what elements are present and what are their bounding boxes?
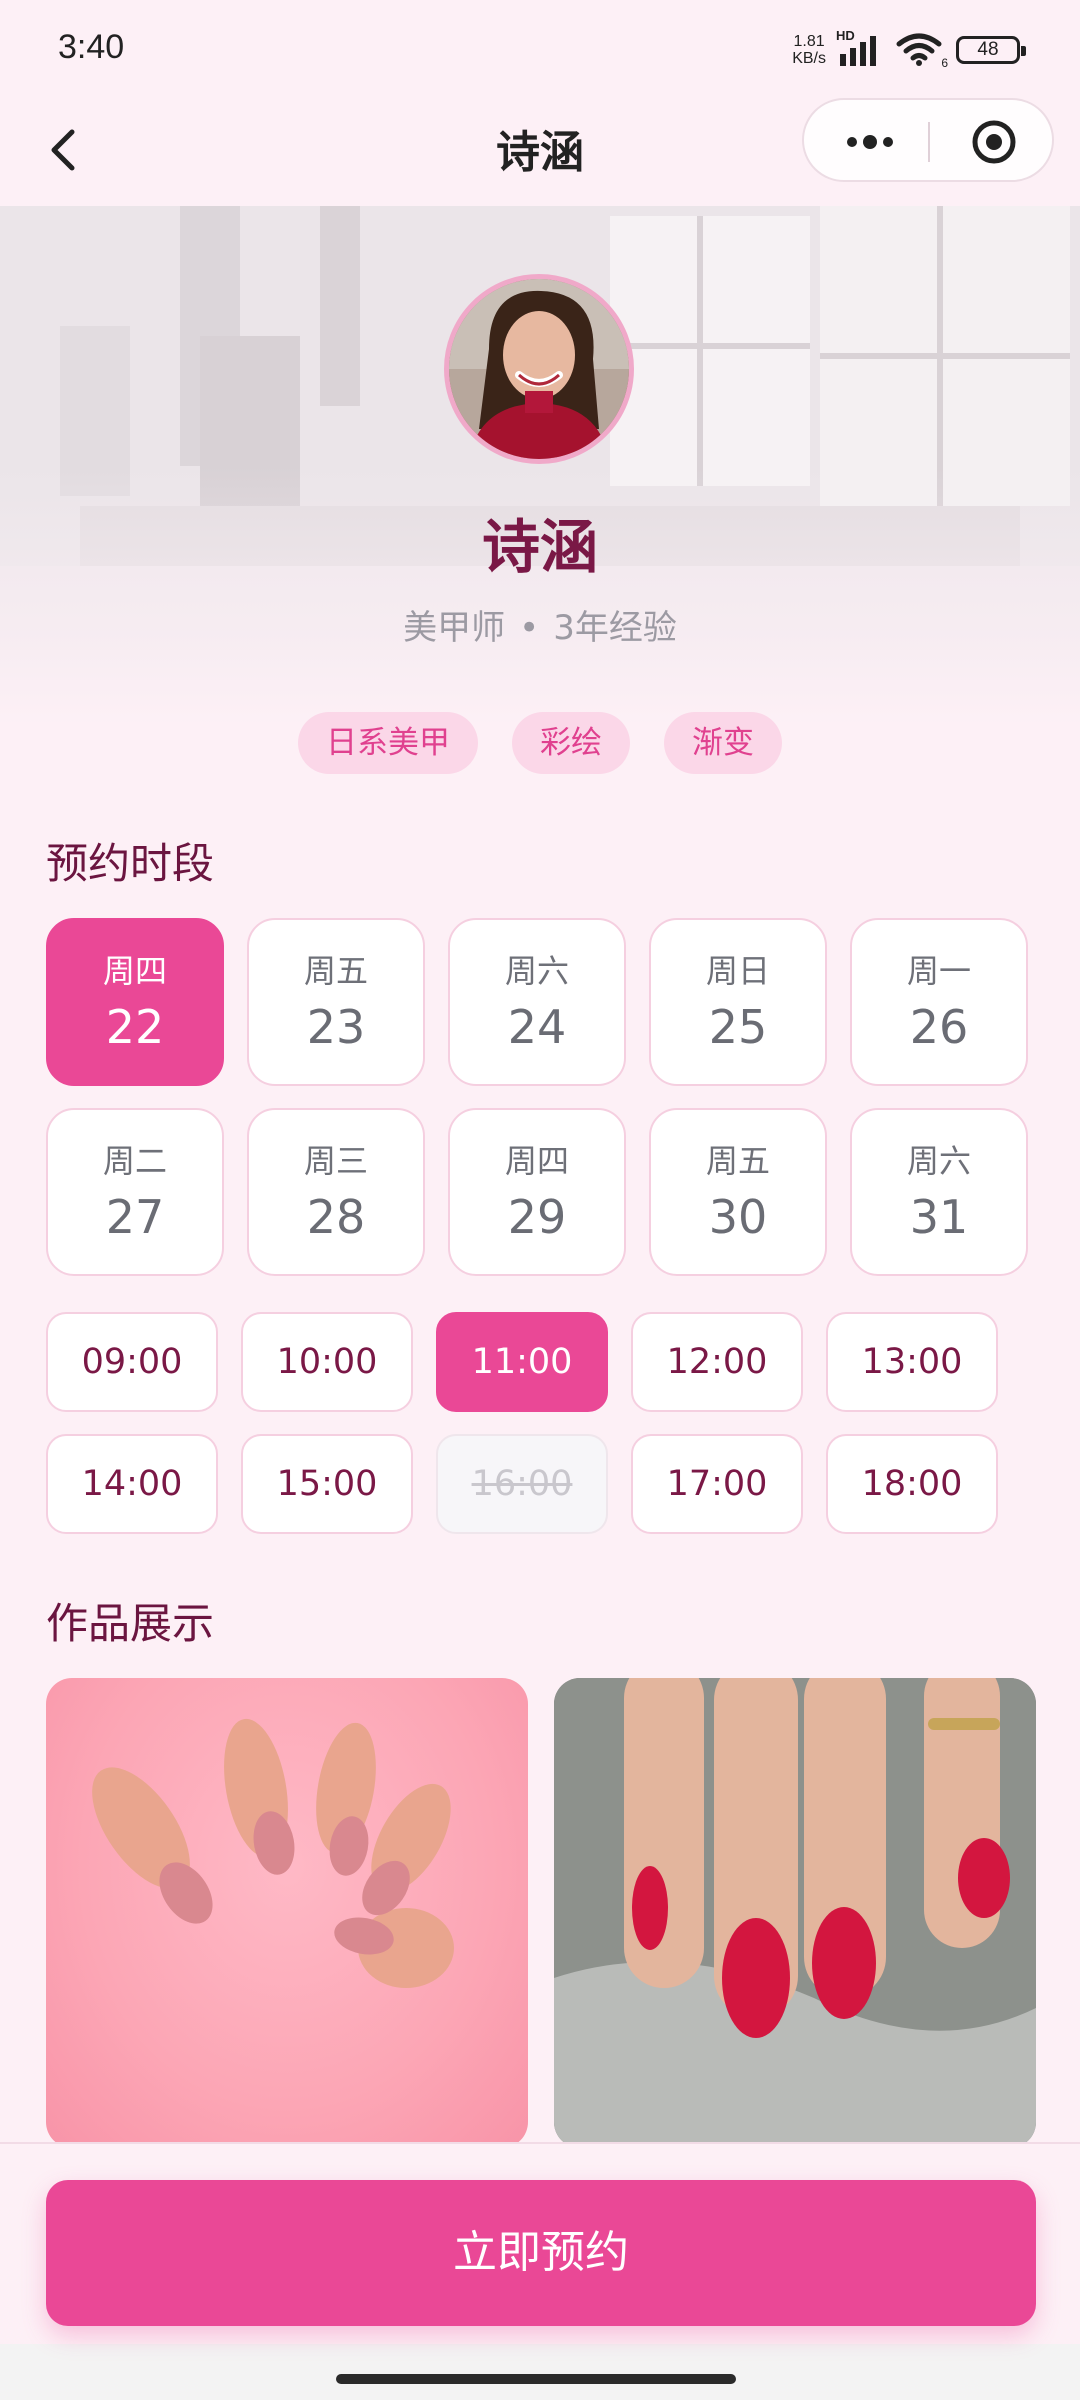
date-day: 25: [708, 1000, 768, 1054]
date-day: 22: [105, 1000, 165, 1054]
date-day: 24: [507, 1000, 567, 1054]
battery-icon: 48: [956, 36, 1026, 64]
date-weekday: 周五: [303, 952, 368, 990]
avatar: [444, 274, 634, 464]
date-weekday: 周六: [504, 952, 569, 990]
gesture-area: [0, 2344, 1080, 2400]
time-slot[interactable]: 18:00: [826, 1434, 998, 1534]
signal-icon: HD: [836, 28, 886, 68]
date-option[interactable]: 周五 30: [649, 1108, 827, 1276]
skill-tag: 日系美甲: [298, 712, 478, 774]
date-day: 30: [708, 1190, 768, 1244]
date-day: 27: [105, 1190, 165, 1244]
date-option[interactable]: 周四 29: [448, 1108, 626, 1276]
work-image[interactable]: [46, 1678, 528, 2148]
net-speed-value: 1.81: [793, 33, 825, 50]
meta-separator: •: [519, 608, 540, 648]
wifi-icon: 6: [896, 32, 948, 70]
time-slot-unavailable: 16:00: [436, 1434, 608, 1534]
status-time: 3:40: [58, 28, 125, 66]
date-option[interactable]: 周六 24: [448, 918, 626, 1086]
time-slot[interactable]: 14:00: [46, 1434, 218, 1534]
more-button[interactable]: [840, 122, 900, 162]
date-weekday: 周五: [705, 1142, 770, 1180]
date-day: 23: [306, 1000, 366, 1054]
date-option[interactable]: 周三 28: [247, 1108, 425, 1276]
time-slot-selected[interactable]: 11:00: [436, 1312, 608, 1412]
date-option[interactable]: 周一 26: [850, 918, 1028, 1086]
date-option[interactable]: 周日 25: [649, 918, 827, 1086]
stylist-role: 美甲师: [403, 608, 506, 648]
bottom-action-bar: 立即预约: [0, 2142, 1080, 2400]
date-weekday: 周六: [906, 1142, 971, 1180]
stylist-name: 诗涵: [481, 513, 598, 581]
home-indicator[interactable]: [336, 2374, 736, 2384]
date-weekday: 周日: [705, 952, 770, 990]
more-dots-icon: [847, 135, 893, 149]
date-option[interactable]: 周二 27: [46, 1108, 224, 1276]
date-option[interactable]: 周五 23: [247, 918, 425, 1086]
date-weekday: 周四: [102, 952, 167, 990]
date-day: 31: [909, 1190, 969, 1244]
stylist-meta: 美甲师 • 3年经验: [0, 600, 1080, 649]
time-slot[interactable]: 15:00: [241, 1434, 413, 1534]
date-option[interactable]: 周六 31: [850, 1108, 1028, 1276]
work-image[interactable]: [554, 1678, 1036, 2148]
date-option[interactable]: 周四 22: [46, 918, 224, 1086]
date-weekday: 周三: [303, 1142, 368, 1180]
date-day: 26: [909, 1000, 969, 1054]
time-slot[interactable]: 17:00: [631, 1434, 803, 1534]
booking-section-title: 预约时段: [46, 839, 215, 888]
miniprogram-capsule: [802, 98, 1054, 182]
date-weekday: 周四: [504, 1142, 569, 1180]
capsule-divider: [928, 122, 930, 162]
time-slot[interactable]: 10:00: [241, 1312, 413, 1412]
works-gallery: [46, 1678, 1036, 2148]
stylist-experience: 3年经验: [553, 608, 677, 648]
wifi-sub-label: 6: [941, 56, 948, 70]
close-miniprogram-button[interactable]: [970, 118, 1018, 166]
time-slot[interactable]: 09:00: [46, 1312, 218, 1412]
skill-tag: 渐变: [664, 712, 782, 774]
profile-header: 诗涵 美甲师 • 3年经验: [0, 206, 1080, 726]
date-day: 28: [306, 1190, 366, 1244]
time-slot[interactable]: 12:00: [631, 1312, 803, 1412]
net-speed-unit: KB/s: [792, 50, 826, 67]
target-circle-icon: [972, 120, 1016, 164]
book-now-button[interactable]: 立即预约: [46, 2180, 1036, 2326]
skill-tag: 彩绘: [512, 712, 630, 774]
status-bar: 3:40 1.81 KB/s HD 6 48: [0, 0, 1080, 98]
works-section-title: 作品展示: [46, 1599, 215, 1648]
time-slot[interactable]: 13:00: [826, 1312, 998, 1412]
network-speed: 1.81 KB/s: [792, 33, 826, 67]
date-weekday: 周二: [102, 1142, 167, 1180]
skill-tags: 日系美甲 彩绘 渐变: [0, 712, 1080, 774]
date-day: 29: [507, 1190, 567, 1244]
status-icons: 1.81 KB/s HD 6 48: [792, 28, 1026, 70]
navigation-bar: 诗涵: [0, 98, 1080, 206]
date-weekday: 周一: [906, 952, 971, 990]
